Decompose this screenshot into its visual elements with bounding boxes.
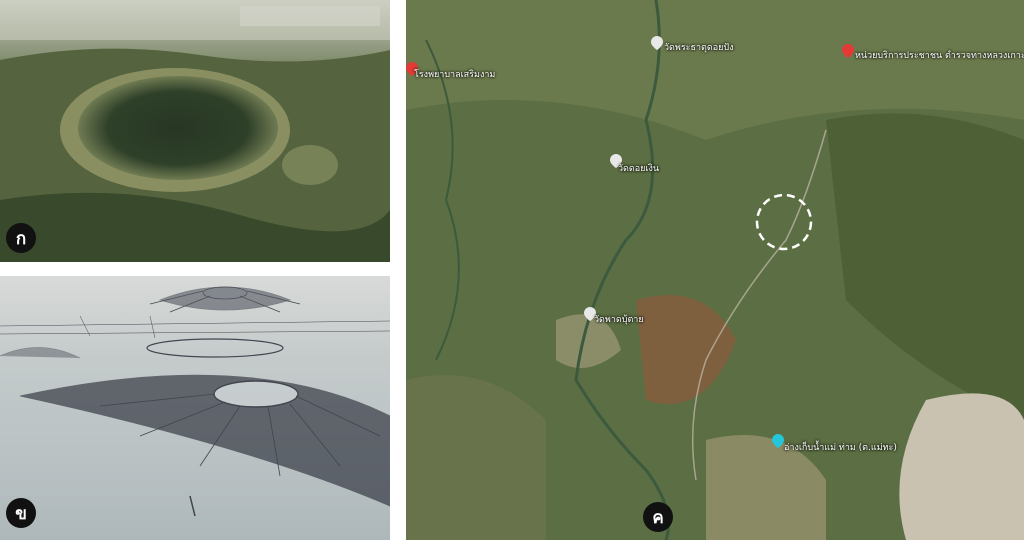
place-label-wat-doi-ngoen[interactable]: วัดดอยเงิน [618,161,659,175]
sketch-volcano-cones: ข [0,276,390,540]
satellite-terrain [406,0,1024,540]
satellite-map[interactable]: วัดพระธาตุดอยปัง หน่วยบริการประชาชน ตำรว… [406,0,1024,540]
aerial-crater-illustration [0,0,390,262]
map-pin-icon[interactable] [772,434,784,448]
map-pin-icon[interactable] [842,44,854,58]
place-label-hospital[interactable]: โรงพยาบาลเสริมงาม [414,67,495,81]
map-pin-icon[interactable] [651,36,663,50]
panel-c-badge: ค [643,502,673,532]
place-label-wat-phat-butai[interactable]: วัดพาดบุ้ตาย [594,312,644,326]
panel-b-badge: ข [6,498,36,528]
panel-a-badge: ก [6,223,36,253]
place-label-reservoir[interactable]: อ่างเก็บน้ำแม่ ท่าม (ต.แม่ทะ) [784,440,897,454]
place-label-wat-phra-that-doi-pang[interactable]: วัดพระธาตุดอยปัง [664,40,734,54]
place-label-highway-police[interactable]: หน่วยบริการประชาชน ตำรวจทางหลวงเกาะคา [855,48,1024,62]
volcano-sketch-illustration [0,286,390,517]
photo-aerial-crater: ก [0,0,390,262]
